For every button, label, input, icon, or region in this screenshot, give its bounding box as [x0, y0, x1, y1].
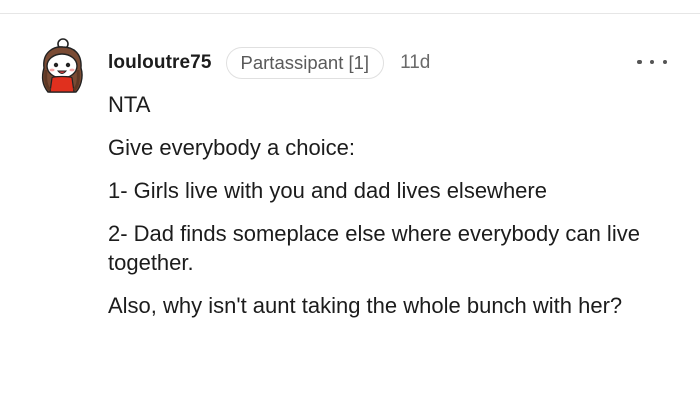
dot	[649, 59, 655, 65]
user-flair-badge: Partassipant [1]	[225, 47, 385, 79]
dot	[662, 59, 667, 65]
comment-timestamp[interactable]: 11d	[400, 52, 430, 74]
comment-paragraph: 1- Girls live with you and dad lives els…	[108, 178, 547, 203]
comment-paragraph: Also, why isn't aunt taking the whole bu…	[108, 293, 623, 318]
comment: louloutre75 Partassipant [1] 11d NTA Giv…	[0, 0, 700, 411]
comment-paragraph: Give everybody a choice:	[108, 135, 356, 160]
comment-body: NTA Give everybody a choice: 1- Girls li…	[108, 90, 678, 334]
dot	[637, 59, 642, 65]
snoo-avatar-icon	[41, 38, 83, 93]
user-avatar[interactable]	[32, 38, 90, 96]
username-link[interactable]: louloutre75	[108, 52, 212, 74]
comment-paragraph: 2- Dad finds someplace else where everyb…	[108, 221, 640, 275]
comment-paragraph: NTA	[108, 92, 151, 117]
ellipsis-icon[interactable]	[637, 52, 667, 72]
comment-header: louloutre75 Partassipant [1] 11d	[108, 46, 430, 80]
